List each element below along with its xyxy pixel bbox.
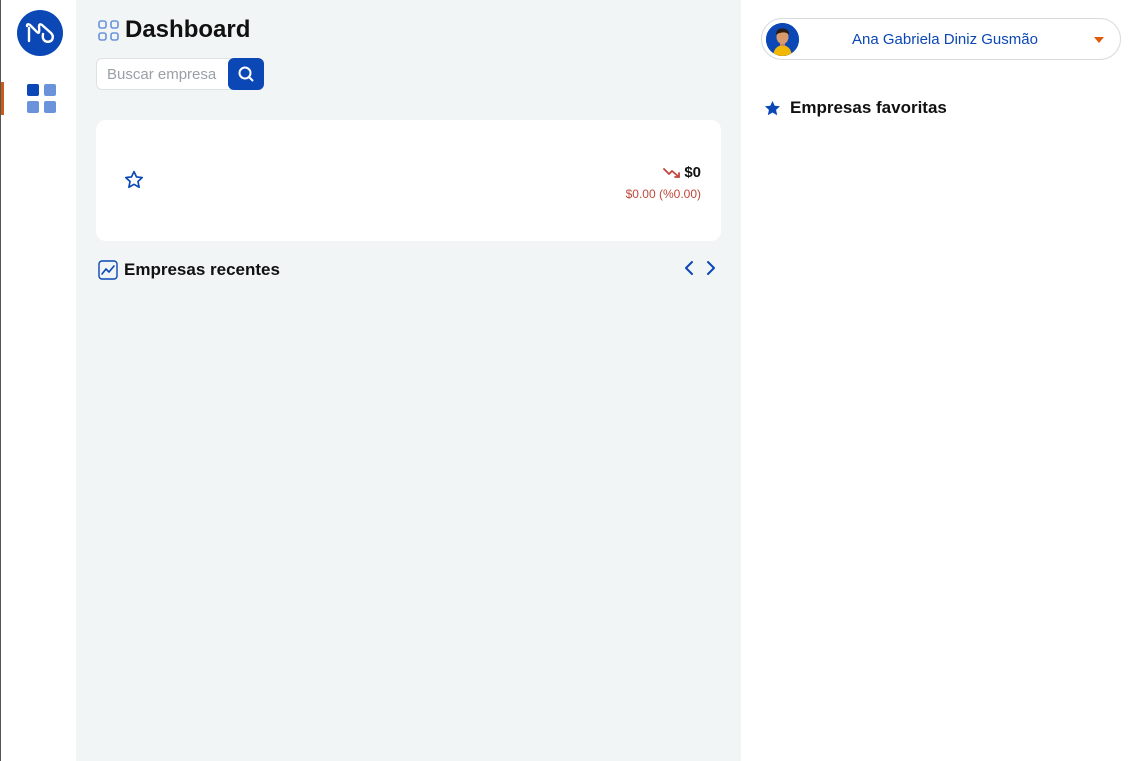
user-avatar <box>766 23 799 56</box>
page-title: Dashboard <box>125 16 251 43</box>
right-panel: Ana Gabriela Diniz Gusmão Empresas favor… <box>741 0 1138 761</box>
chevron-left-icon <box>685 261 693 275</box>
app-root: Dashboard Buscar empresa $0 $0.00 (%0.00… <box>0 0 1138 761</box>
recent-companies-header: Empresas recentes <box>98 258 718 282</box>
trend-down-icon <box>663 167 681 178</box>
dashboard-grid-icon <box>27 84 56 113</box>
caret-down-icon <box>1094 37 1104 43</box>
favorites-title: Empresas favoritas <box>790 98 947 117</box>
favorite-toggle[interactable] <box>123 169 145 191</box>
star-outline-icon <box>124 170 144 189</box>
carousel-prev-button[interactable] <box>682 258 696 278</box>
user-name: Ana Gabriela Diniz Gusmão <box>852 31 1038 48</box>
carousel-next-button[interactable] <box>704 258 718 278</box>
grid-outline-icon <box>98 19 119 41</box>
price-summary: $0 $0.00 (%0.00) <box>626 164 701 201</box>
main-content: Dashboard Buscar empresa $0 $0.00 (%0.00… <box>76 0 741 761</box>
favorites-header: Empresas favoritas <box>763 98 947 118</box>
avatar-illustration <box>766 23 799 56</box>
price-line: $0 <box>626 164 701 181</box>
search-icon <box>238 66 254 82</box>
sidebar-active-indicator <box>1 82 4 115</box>
price-change: $0.00 (%0.00) <box>625 187 701 201</box>
company-card[interactable]: $0 $0.00 (%0.00) <box>96 120 721 241</box>
carousel-nav <box>682 258 718 278</box>
price-value: $0 <box>684 164 701 181</box>
logo-mark-icon <box>25 23 54 43</box>
user-menu-dropdown[interactable]: Ana Gabriela Diniz Gusmão <box>761 18 1121 60</box>
recent-companies-title: Empresas recentes <box>124 260 280 279</box>
chevron-right-icon <box>707 261 715 275</box>
brand-logo[interactable] <box>17 10 63 56</box>
chart-line-icon <box>98 260 118 280</box>
page-header: Dashboard <box>98 16 250 44</box>
star-filled-icon <box>764 100 781 115</box>
sidebar <box>0 0 76 761</box>
search-button[interactable] <box>228 58 264 90</box>
search-input[interactable] <box>96 58 236 90</box>
sidebar-item-dashboard[interactable] <box>27 84 57 114</box>
search-bar <box>96 58 264 90</box>
